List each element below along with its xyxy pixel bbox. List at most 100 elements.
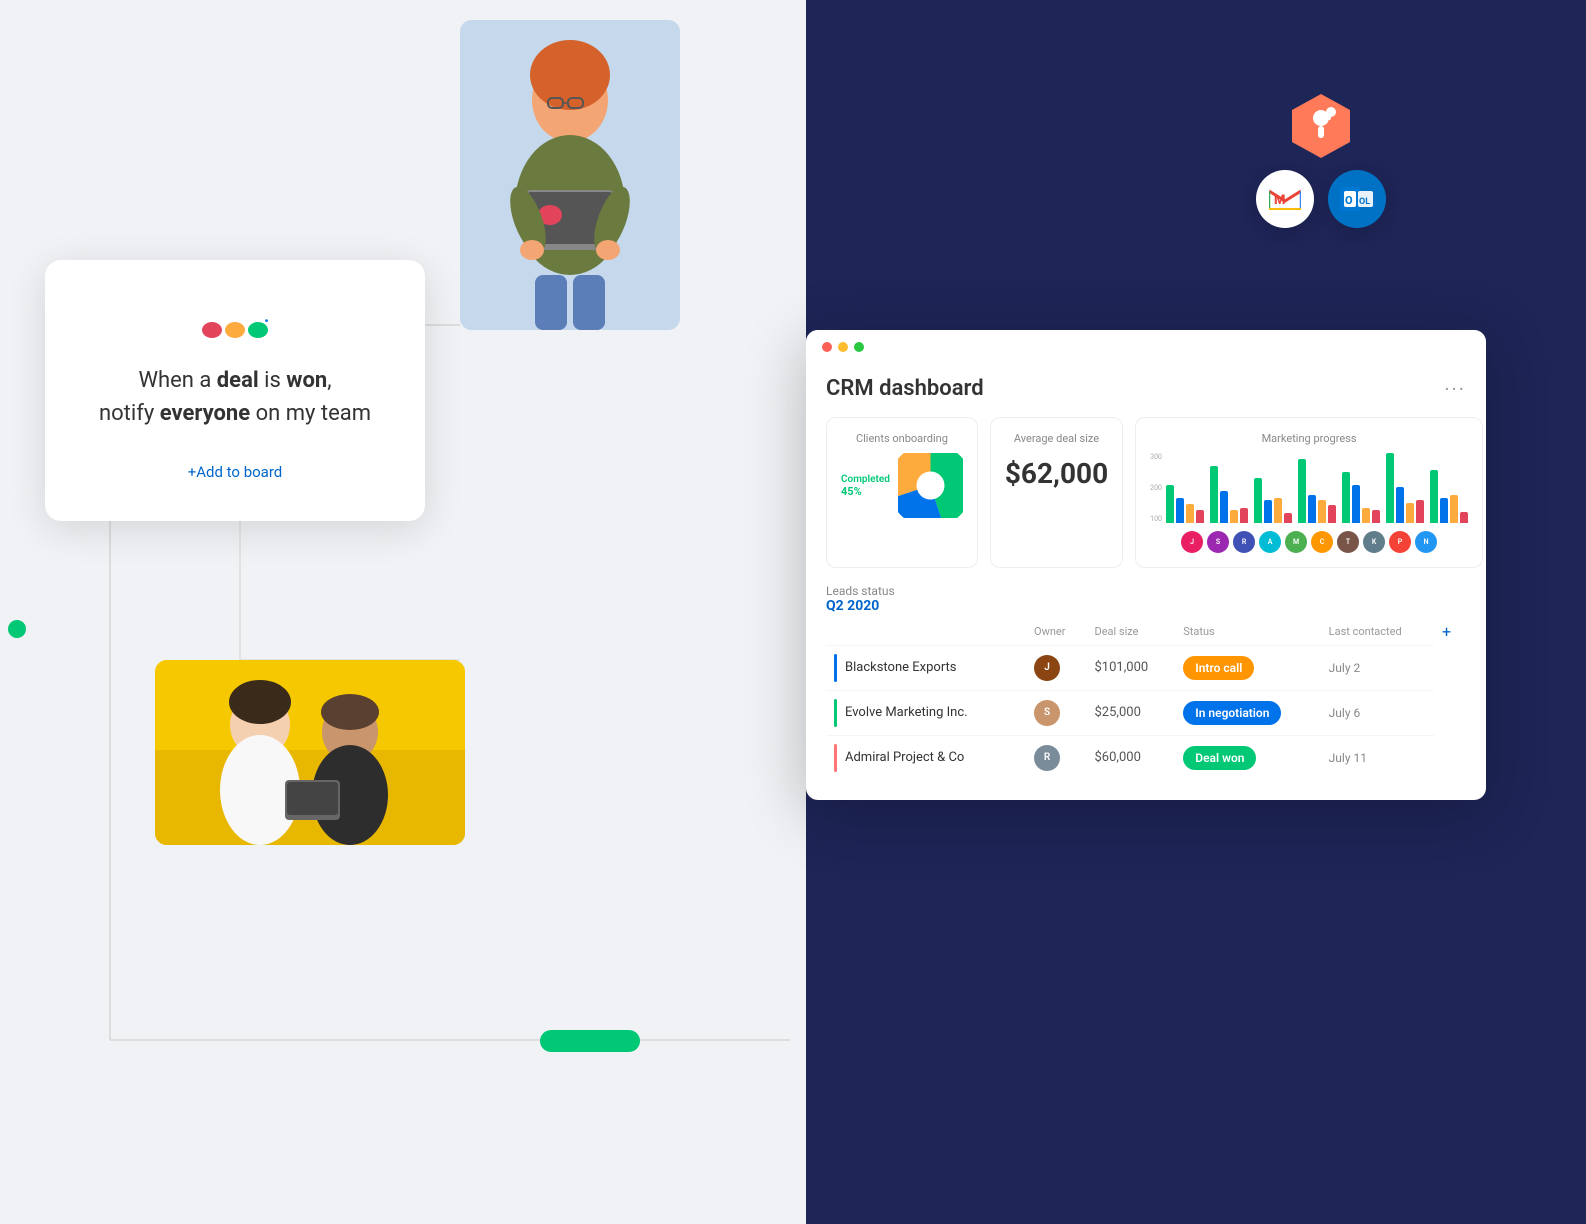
bar-segment [1440,498,1448,523]
green-pill-connector [540,1030,640,1052]
pie-chart [898,453,963,518]
table-row: Admiral Project & Co R$60,000Deal wonJul… [826,735,1466,780]
avatar: S [1207,531,1229,553]
svg-text:O: O [1345,194,1353,207]
window-dot-1 [822,342,832,352]
status-cell: Deal won [1175,735,1320,780]
bar-segment [1430,470,1438,523]
green-node-dot [8,620,26,638]
bar-segment [1196,510,1204,523]
integration-row: M O OL [1256,170,1386,228]
last-contacted-cell: July 6 [1321,690,1434,735]
leads-header: Leads status Q2 2020 [826,584,1466,614]
col-company [826,618,1026,645]
bar-segment [1274,498,1282,523]
bar-segment [1254,478,1262,523]
hubspot-icon [1286,90,1356,160]
deal-size-cell: $25,000 [1086,690,1175,735]
stats-row: Clients onboarding Completed 45% [826,417,1466,568]
outlook-icon: O OL [1328,170,1386,228]
bar-segment [1166,485,1174,523]
marketing-label: Marketing progress [1150,432,1468,445]
bar-segment [1460,512,1468,523]
leads-table: Owner Deal size Status Last contacted + … [826,618,1466,780]
pie-container: Completed 45% [841,453,963,518]
avatar: T [1337,531,1359,553]
owner-cell: J [1026,645,1086,690]
avatar: A [1259,531,1281,553]
deal-size-cell: $60,000 [1086,735,1175,780]
average-deal-size-card: Average deal size $62,000 [990,417,1123,568]
bar-segment [1352,485,1360,523]
men-photo [155,660,465,845]
bar-segment [1372,510,1380,523]
svg-text:M: M [1274,193,1285,208]
crm-window: CRM dashboard ··· Clients onboarding Com… [806,330,1486,800]
bar-segment [1284,513,1292,523]
company-name: Evolve Marketing Inc. [845,705,968,720]
automation-text: When a deal is won, notify everyone on m… [85,364,385,430]
col-last-contacted: Last contacted [1321,618,1434,645]
bar-segment [1342,472,1350,523]
company-cell: Blackstone Exports [826,645,1026,690]
avatar: J [1181,531,1203,553]
bar-segment [1318,500,1326,523]
table-row: Evolve Marketing Inc. S$25,000In negotia… [826,690,1466,735]
add-to-board-link[interactable]: +Add to board [188,463,283,481]
integration-icons: M O OL [1256,90,1386,228]
avatar: C [1311,531,1333,553]
gmail-icon: M [1256,170,1314,228]
bar-group [1298,459,1336,523]
bar-segment [1230,510,1238,523]
bar-chart [1166,453,1468,523]
company-name: Admiral Project & Co [845,750,964,765]
bar-segment [1240,508,1248,523]
bar-segment [1186,504,1194,523]
monday-logo: . [85,308,385,340]
window-titlebar [806,330,1486,360]
bar-segment [1176,498,1184,523]
automation-card: . When a deal is won, notify everyone on… [45,260,425,521]
company-cell: Evolve Marketing Inc. [826,690,1026,735]
col-add[interactable]: + [1434,618,1466,645]
company-cell: Admiral Project & Co [826,735,1026,780]
marketing-progress-card: Marketing progress 300 200 100 JSRAMCTKP… [1135,417,1483,568]
bar-segment [1210,466,1218,523]
avatar: R [1233,531,1255,553]
bar-segment [1264,500,1272,523]
window-dot-2 [838,342,848,352]
bar-group [1342,472,1380,523]
col-deal-size: Deal size [1086,618,1175,645]
bar-group [1254,478,1292,523]
completed-pct: 45% [841,485,890,498]
bar-group [1430,470,1468,523]
avatar: P [1389,531,1411,553]
avg-deal-value: $62,000 [1005,457,1108,490]
avatar: M [1285,531,1307,553]
crm-title: CRM dashboard [826,376,984,401]
col-status: Status [1175,618,1320,645]
pie-legend: Completed 45% [841,474,890,498]
bar-group [1386,453,1424,523]
crm-header: CRM dashboard ··· [826,376,1466,401]
crm-more-icon[interactable]: ··· [1444,377,1466,401]
bar-segment [1220,491,1228,523]
col-owner: Owner [1026,618,1086,645]
avatars-row: JSRAMCTKPN [1150,531,1468,553]
bar-segment [1386,453,1394,523]
completed-label: Completed [841,474,890,485]
bar-segment [1308,495,1316,523]
table-header-row: Owner Deal size Status Last contacted + [826,618,1466,645]
last-contacted-cell: July 11 [1321,735,1434,780]
clients-onboarding-label: Clients onboarding [841,432,963,445]
woman-photo [460,20,680,330]
bar-chart-wrapper: 300 200 100 [1150,453,1468,523]
clients-onboarding-card: Clients onboarding Completed 45% [826,417,978,568]
company-name: Blackstone Exports [845,660,957,675]
bar-segment [1416,500,1424,523]
bar-group [1210,466,1248,523]
last-contacted-cell: July 2 [1321,645,1434,690]
owner-cell: S [1026,690,1086,735]
status-cell: Intro call [1175,645,1320,690]
bar-segment [1406,503,1414,523]
